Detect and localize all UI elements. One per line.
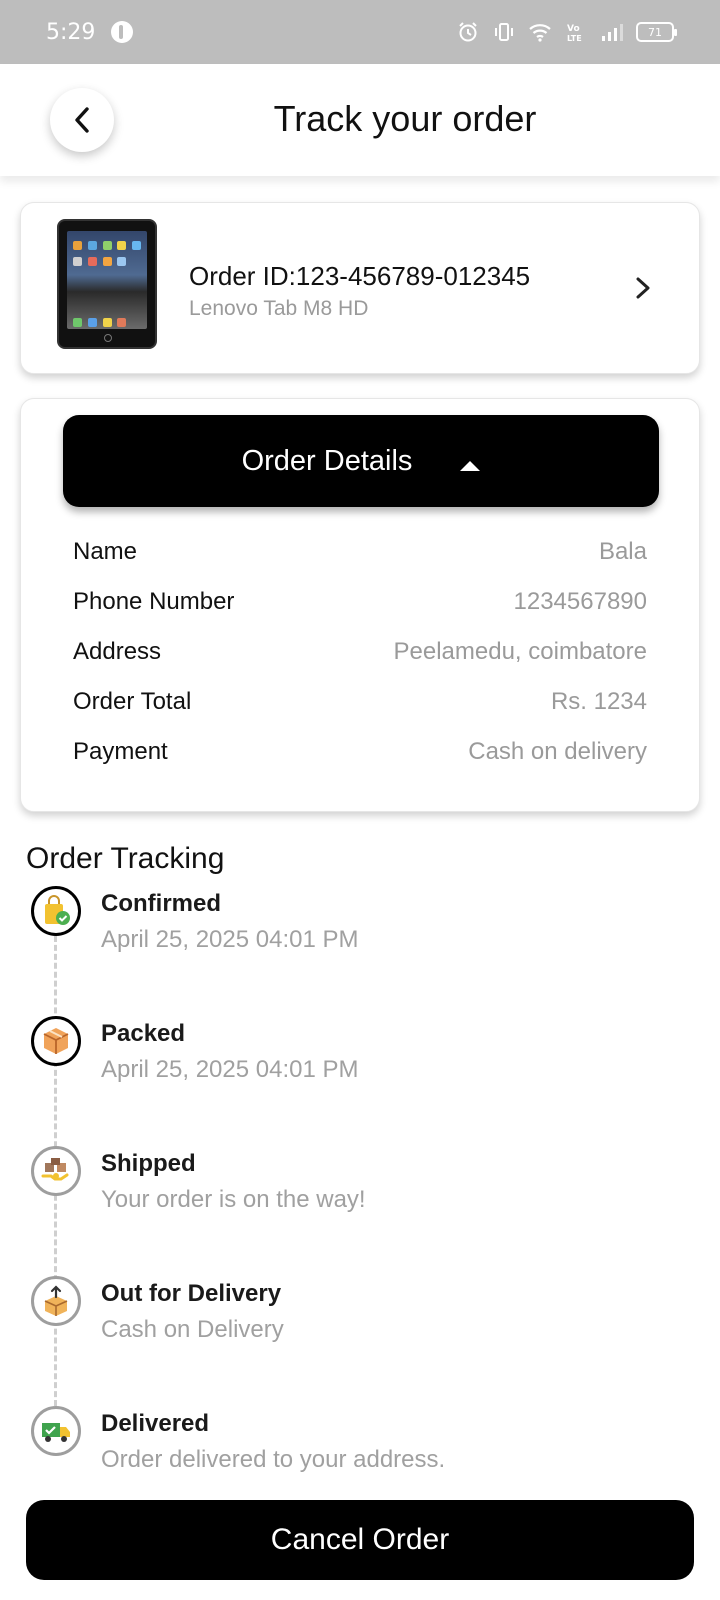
detail-label: Phone Number [73, 588, 235, 615]
order-id: Order ID:123-456789-012345 [189, 261, 531, 291]
tracking-title: Order Tracking [26, 842, 225, 875]
detail-label: Name [73, 538, 138, 565]
tablet-image [57, 219, 157, 349]
notification-app-icon [111, 21, 134, 43]
step-subtitle: Order delivered to your address. [101, 1446, 446, 1473]
step-subtitle: Cash on Delivery [101, 1316, 284, 1343]
detail-row-payment: Payment Cash on delivery [73, 737, 647, 767]
svg-text:LTE: LTE [567, 34, 582, 43]
cancel-order-button[interactable]: Cancel Order [26, 1500, 694, 1580]
vibrate-icon [492, 20, 516, 44]
step-title: Confirmed [101, 890, 221, 917]
tablet-app-row [73, 257, 141, 266]
detail-row-order-total: Order Total Rs. 1234 [73, 687, 647, 717]
tracking-step-out-for-delivery: Out for Delivery Cash on Delivery [0, 1276, 720, 1396]
step-title: Out for Delivery [101, 1280, 282, 1307]
box-up-arrow-icon [31, 1276, 81, 1326]
tracking-step-packed: Packed April 25, 2025 04:01 PM [0, 1016, 720, 1136]
page-title: Track your order [273, 98, 537, 139]
status-icons: Vo LTE 71 [456, 20, 677, 44]
chevron-right-icon[interactable] [631, 273, 655, 303]
product-name: Lenovo Tab M8 HD [189, 297, 369, 320]
step-subtitle: Your order is on the way! [101, 1186, 366, 1213]
package-box-icon [31, 1016, 81, 1066]
tablet-home-button [104, 334, 112, 342]
wifi-icon [528, 20, 552, 44]
order-details-toggle[interactable]: Order Details [63, 415, 659, 507]
detail-value: Rs. 1234 [550, 688, 647, 715]
detail-label: Address [73, 638, 162, 665]
volte-icon: Vo LTE [564, 20, 588, 44]
step-subtitle: April 25, 2025 04:01 PM [101, 926, 359, 953]
order-details-label: Order Details [241, 444, 413, 477]
detail-row-address: Address Peelamedu, coimbatore [73, 637, 647, 667]
signal-icon [600, 20, 624, 44]
app-header: Track your order [0, 64, 720, 176]
boxes-handover-icon [31, 1146, 81, 1196]
step-subtitle: April 25, 2025 04:01 PM [101, 1056, 359, 1083]
svg-text:Vo: Vo [567, 24, 580, 34]
detail-value: Peelamedu, coimbatore [393, 638, 647, 665]
tablet-app-row [73, 241, 141, 250]
detail-value: Cash on delivery [468, 738, 647, 765]
tablet-screen [67, 231, 147, 329]
caret-up-icon [460, 461, 481, 471]
order-details-card: Order Details Name Bala Phone Number 123… [20, 398, 700, 812]
detail-row-phone: Phone Number 1234567890 [73, 587, 647, 617]
status-time: 5:29 [46, 19, 96, 45]
tracking-step-shipped: Shipped Your order is on the way! [0, 1146, 720, 1266]
battery-icon: 71 [636, 22, 677, 42]
delivery-truck-check-icon [31, 1406, 81, 1456]
shopping-bag-check-icon [31, 886, 81, 936]
step-title: Packed [101, 1020, 186, 1047]
detail-label: Order Total [73, 688, 192, 715]
detail-value: Bala [598, 538, 647, 565]
detail-label: Payment [73, 738, 168, 765]
tracking-step-confirmed: Confirmed April 25, 2025 04:01 PM [0, 886, 720, 1006]
product-card[interactable]: Order ID:123-456789-012345 Lenovo Tab M8… [20, 202, 700, 374]
alarm-icon [456, 20, 480, 44]
step-title: Delivered [101, 1410, 210, 1437]
status-bar: 5:29 Vo LTE 71 [0, 0, 720, 64]
step-title: Shipped [101, 1150, 196, 1177]
detail-row-name: Name Bala [73, 537, 647, 567]
tablet-dock [73, 318, 141, 327]
detail-value: 1234567890 [513, 588, 647, 615]
